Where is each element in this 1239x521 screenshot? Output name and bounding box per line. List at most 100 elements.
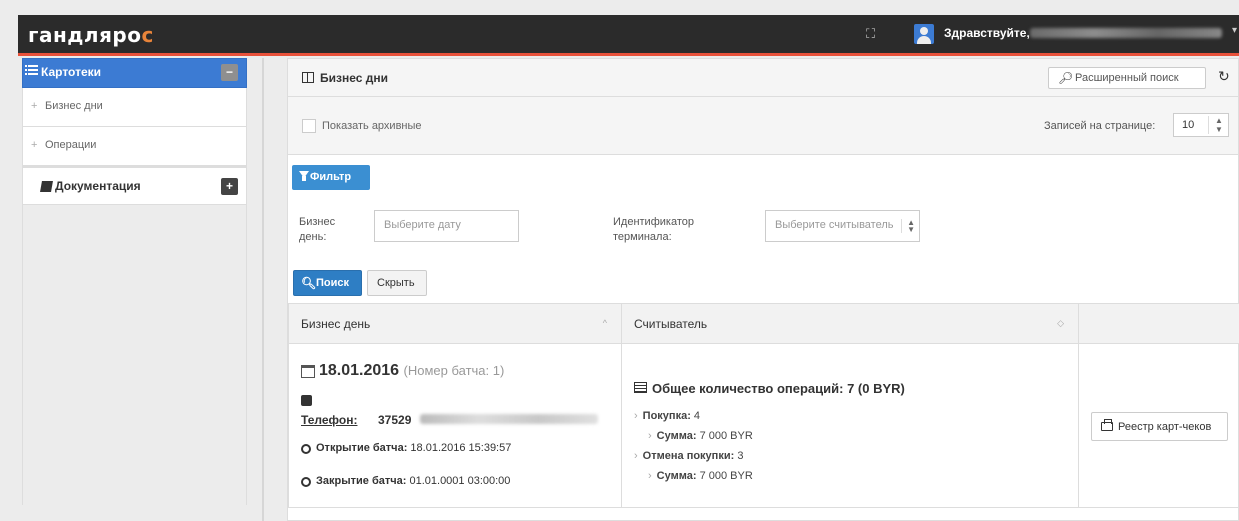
business-day-date: 18.01.2016 (Номер батча: 1) xyxy=(301,362,504,380)
cancel-label: Отмена покупки: xyxy=(642,450,735,462)
purchase-sum-value: 7 000 BYR xyxy=(699,430,753,442)
clock-icon xyxy=(301,477,311,487)
bullet-icon: › xyxy=(634,410,638,422)
per-page-select[interactable]: 10 ▲ ▼ xyxy=(1173,113,1229,137)
operations-total: Общее количество операций: 7 (0 BYR) xyxy=(652,381,905,396)
business-day-label: Бизнес день: xyxy=(299,216,336,243)
bullet-icon: › xyxy=(648,470,652,482)
per-page-value: 10 xyxy=(1182,119,1195,131)
phone-label[interactable]: Телефон: xyxy=(301,413,357,427)
greeting-text[interactable]: Здравствуйте, xyxy=(944,26,1030,40)
cancel-sum-label: Сумма: xyxy=(656,470,697,482)
reader-cell: Общее количество операций: 7 (0 BYR) › По… xyxy=(621,343,1079,508)
table-row: 18.01.2016 (Номер батча: 1) Телефон: 375… xyxy=(288,343,1239,508)
cancel-value: 3 xyxy=(737,450,744,462)
purchase-sum-line: › Сумма: 7 000 BYR xyxy=(648,430,753,442)
hide-button[interactable]: Скрыть xyxy=(367,270,427,296)
show-archived-checkbox[interactable] xyxy=(302,119,316,133)
batch-open-label: Открытие батча: xyxy=(316,442,408,454)
sidebar-section-documentation[interactable]: Документация + xyxy=(22,166,247,205)
bullet-icon: › xyxy=(648,430,652,442)
expand-button[interactable]: + xyxy=(221,178,238,195)
sidebar-item-business-days[interactable]: + Бизнес дни xyxy=(22,88,247,127)
date-value: 18.01.2016 xyxy=(319,362,400,379)
sidebar-section-cards-label: Картотеки xyxy=(41,65,101,79)
show-archived-label[interactable]: Показать архивные xyxy=(322,120,422,132)
page-title: Бизнес дни xyxy=(320,71,388,85)
column-header-business-day[interactable]: Бизнес день ^ xyxy=(288,303,622,344)
sidebar: Картотеки − + Бизнес дни + Операции Доку… xyxy=(22,58,247,521)
select-arrows-icon: ▲ ▼ xyxy=(901,219,915,234)
filter-button-label: Фильтр xyxy=(310,171,352,183)
collapse-button[interactable]: − xyxy=(221,64,238,81)
cancel-sum-value: 7 000 BYR xyxy=(699,470,753,482)
logo-accent: с xyxy=(141,23,154,47)
sort-icon[interactable]: ◇ xyxy=(1057,318,1064,329)
sidebar-section-cards[interactable]: Картотеки − xyxy=(22,58,247,88)
main-panel: Бизнес дни 🔎︎ Расширенный поиск ↻ Показа… xyxy=(287,58,1239,521)
sidebar-item-label: Операции xyxy=(45,139,97,151)
purchase-value: 4 xyxy=(693,410,701,422)
advanced-search-button[interactable]: 🔎︎ Расширенный поиск xyxy=(1048,67,1206,89)
actions-cell: Реестр карт-чеков xyxy=(1078,343,1239,508)
columns-icon xyxy=(302,72,314,83)
purchase-sum-label: Сумма: xyxy=(656,430,697,442)
print-icon xyxy=(1101,419,1113,431)
batch-close-value: 01.01.0001 03:00:00 xyxy=(409,475,511,487)
batch-open-value: 18.01.2016 15:39:57 xyxy=(410,442,512,454)
purchase-line: › Покупка: 4 xyxy=(634,410,700,422)
business-days-table: Бизнес день ^ Считыватель ◇ 18.01.2016 (Но… xyxy=(288,303,1239,508)
user-menu-caret-icon[interactable]: ▾ xyxy=(1232,25,1237,36)
terminal-select[interactable]: Выберите считыватель ▲ ▼ xyxy=(765,210,920,242)
list-alt-icon xyxy=(634,382,647,393)
terminal-placeholder: Выберите считыватель xyxy=(775,219,894,231)
bullet-icon: + xyxy=(31,100,38,112)
bullet-icon: › xyxy=(634,450,638,462)
options-row: Показать архивные Записей на странице: 1… xyxy=(288,97,1238,155)
batch-close-label: Закрытие батча: xyxy=(316,475,407,487)
per-page-label: Записей на странице: xyxy=(1044,120,1156,132)
search-button[interactable]: 🔍︎ Поиск xyxy=(293,270,362,296)
business-day-input[interactable]: Выберите дату xyxy=(374,210,519,242)
phone-value: 37529 xyxy=(378,413,412,427)
card-receipts-registry-button[interactable]: Реестр карт-чеков xyxy=(1091,412,1228,441)
column-header-label: Бизнес день xyxy=(301,316,371,331)
book-icon xyxy=(40,181,53,192)
batch-close-row: Закрытие батча: 01.01.0001 03:00:00 xyxy=(316,475,510,487)
app-logo[interactable]: гандлярос xyxy=(28,23,154,47)
search-icon: 🔎︎ xyxy=(1058,71,1074,85)
top-navbar: гандлярос ⛶ Здравствуйте, ▾ xyxy=(18,15,1239,56)
hide-button-label: Скрыть xyxy=(377,277,415,289)
batch-number: (Номер батча: 1) xyxy=(403,363,505,378)
terminal-id-label: Идентификатор терминала: xyxy=(613,216,694,243)
user-name-redacted[interactable] xyxy=(1030,28,1222,38)
sidebar-item-operations[interactable]: + Операции xyxy=(22,127,247,166)
column-header-reader[interactable]: Считыватель ◇ xyxy=(621,303,1079,344)
sidebar-item-label: Бизнес дни xyxy=(45,100,103,112)
list-icon xyxy=(25,65,38,75)
advanced-search-label: Расширенный поиск xyxy=(1075,72,1179,84)
select-arrows-icon: ▲ ▼ xyxy=(1208,116,1223,134)
registry-button-label: Реестр карт-чеков xyxy=(1118,421,1212,433)
phone-icon xyxy=(301,395,312,406)
sort-asc-icon[interactable]: ^ xyxy=(603,318,607,328)
search-button-label: Поиск xyxy=(316,277,350,289)
refresh-icon[interactable]: ↻ xyxy=(1218,68,1230,85)
panel-header: Бизнес дни 🔎︎ Расширенный поиск ↻ xyxy=(288,59,1238,97)
fullscreen-icon[interactable]: ⛶ xyxy=(866,27,880,41)
clock-icon xyxy=(301,444,311,454)
filter-button[interactable]: Фильтр xyxy=(292,165,370,190)
phone-redacted xyxy=(420,414,598,424)
search-icon: 🔍︎ xyxy=(301,276,317,290)
business-day-placeholder: Выберите дату xyxy=(384,219,461,231)
sidebar-section-documentation-label: Документация xyxy=(55,179,141,193)
batch-open-row: Открытие батча: 18.01.2016 15:39:57 xyxy=(316,442,511,454)
filter-icon-stem xyxy=(302,176,306,181)
column-header-label: Считыватель xyxy=(634,316,708,331)
user-avatar-icon[interactable] xyxy=(914,24,934,44)
column-header-actions xyxy=(1078,303,1239,344)
logo-text: гандляро xyxy=(28,23,142,47)
cancel-sum-line: › Сумма: 7 000 BYR xyxy=(648,470,753,482)
cancel-line: › Отмена покупки: 3 xyxy=(634,450,743,462)
purchase-label: Покупка: xyxy=(642,410,691,422)
